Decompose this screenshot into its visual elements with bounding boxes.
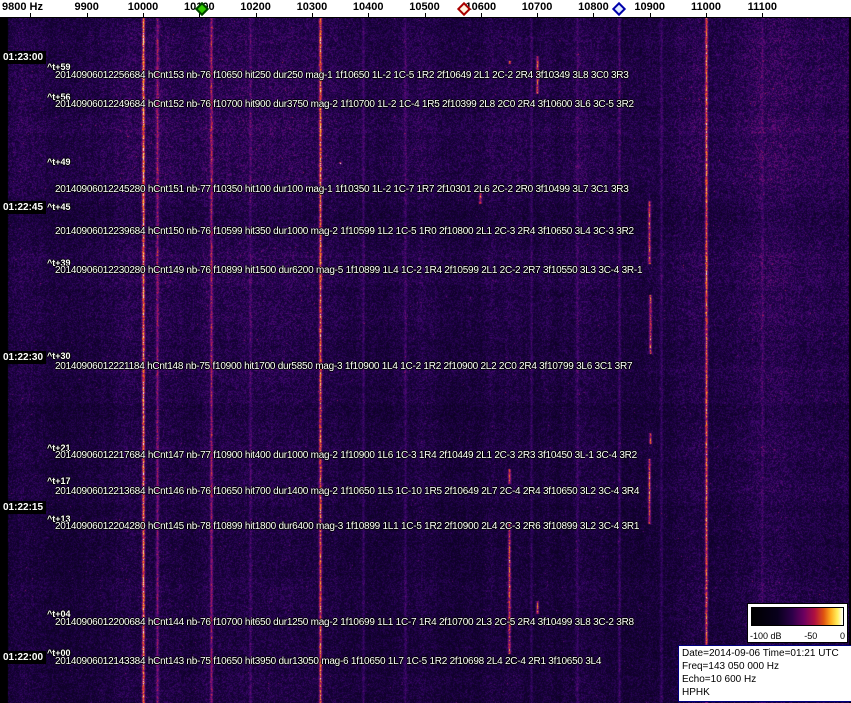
- freq-tick-label: 11000: [691, 1, 721, 13]
- freq-tick-mark: [649, 13, 651, 17]
- freq-tick-label: 9900: [74, 1, 99, 13]
- colorbar-panel: -100 dB -50 0: [747, 603, 848, 643]
- freq-tick-label: 10900: [634, 1, 665, 13]
- freq-tick-mark: [706, 13, 707, 17]
- freq-tick-mark: [143, 13, 144, 17]
- colorbar-max-label: 0: [839, 631, 845, 641]
- freq-tick-label: 10200: [240, 1, 271, 13]
- freq-tick-label: 9800 Hz: [2, 1, 43, 13]
- freq-tick-mark: [762, 13, 764, 17]
- info-date-time: Date=2014-09-06 Time=01:21 UTC: [682, 648, 839, 659]
- colorbar-min-label: -100 dB: [750, 631, 782, 641]
- spectrogram-app: 9800 Hz990010000101001020010300104001050…: [0, 0, 851, 703]
- colorbar-gradient: [751, 607, 844, 626]
- freq-tick-label: 10300: [296, 1, 328, 13]
- freq-tick-mark: [368, 13, 370, 17]
- freq-tick-label: 10000: [127, 1, 159, 13]
- freq-tick-label: 10800: [578, 1, 609, 13]
- colorbar-labels: -100 dB -50 0: [750, 631, 845, 641]
- freq-tick-mark: [86, 13, 88, 17]
- freq-tick-label: 10400: [352, 1, 384, 13]
- info-station-code: HPHK: [682, 687, 710, 698]
- blue-diamond-marker[interactable]: [611, 1, 626, 17]
- freq-tick-label: 10500: [409, 1, 440, 13]
- freq-tick-mark: [255, 13, 257, 17]
- info-box: Date=2014-09-06 Time=01:21 UTC Freq=143 …: [678, 645, 851, 702]
- freq-tick-mark: [480, 13, 482, 17]
- freq-tick-mark: [311, 13, 313, 17]
- freq-tick-mark: [593, 13, 595, 17]
- info-frequency: Freq=143 050 000 Hz: [682, 661, 780, 672]
- freq-tick-mark: [424, 13, 426, 17]
- frequency-scale: 9800 Hz990010000101001020010300104001050…: [0, 0, 851, 18]
- spectrogram-canvas[interactable]: [0, 18, 851, 703]
- info-echo: Echo=10 600 Hz: [682, 674, 757, 685]
- freq-tick-label: 10600: [465, 1, 497, 13]
- freq-tick-mark: [30, 13, 32, 17]
- freq-tick-label: 11100: [747, 1, 777, 13]
- freq-tick-mark: [537, 13, 539, 17]
- colorbar-mid-label: -50: [804, 631, 818, 641]
- freq-tick-label: 10700: [521, 1, 553, 13]
